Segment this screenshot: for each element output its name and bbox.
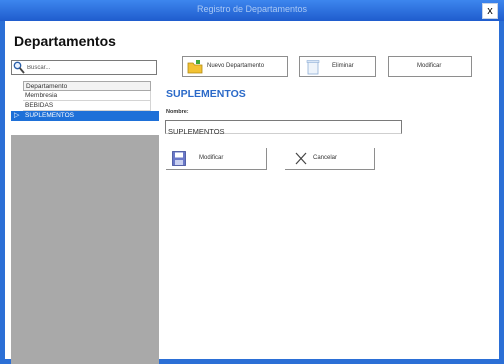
cancel-label: Cancelar — [313, 155, 338, 161]
delete-label: Eliminar — [332, 63, 354, 69]
name-label: Nombre: — [166, 109, 189, 115]
name-field[interactable] — [165, 120, 402, 138]
modify-toolbar-label: Modificar — [417, 63, 442, 69]
search-icon — [13, 61, 25, 74]
list-item[interactable]: BEBIDAS — [11, 101, 159, 111]
new-department-label: Nuevo Departamento — [207, 63, 265, 69]
folder-add-icon — [187, 60, 203, 74]
list-item[interactable]: Membresia — [11, 91, 159, 101]
search-input[interactable] — [27, 62, 153, 73]
name-input[interactable] — [166, 125, 401, 138]
modify-label: Modificar — [199, 155, 224, 161]
search-box[interactable] — [11, 60, 157, 75]
cancel-button[interactable]: Cancelar — [285, 148, 375, 170]
modify-button[interactable]: Modificar — [166, 148, 267, 170]
list-item-label: BEBIDAS — [23, 101, 151, 111]
page-title: Departamentos — [14, 33, 116, 49]
row-indicator-icon: ▷ — [14, 112, 20, 119]
list-item-label: SUPLEMENTOS — [23, 111, 151, 121]
list-item-label: Membresia — [23, 91, 151, 101]
close-button[interactable]: x — [482, 3, 498, 19]
department-title: SUPLEMENTOS — [166, 88, 246, 100]
new-department-button[interactable]: Nuevo Departamento — [182, 56, 288, 77]
list-item-selected[interactable]: ▷ SUPLEMENTOS — [11, 111, 159, 121]
delete-button[interactable]: Eliminar — [299, 56, 376, 77]
window-title: Registro de Departamentos — [196, 4, 308, 14]
save-icon — [172, 151, 186, 166]
list-header[interactable]: Departamento — [11, 81, 159, 91]
trash-icon — [306, 60, 320, 75]
cancel-x-icon — [295, 152, 307, 165]
modify-toolbar-button[interactable]: Modificar — [388, 56, 472, 77]
title-bar[interactable]: Registro de Departamentos x — [0, 0, 504, 21]
department-list: Departamento Membresia BEBIDAS ▷ SUPLEME… — [11, 81, 159, 135]
column-header-departamento: Departamento — [23, 81, 151, 91]
